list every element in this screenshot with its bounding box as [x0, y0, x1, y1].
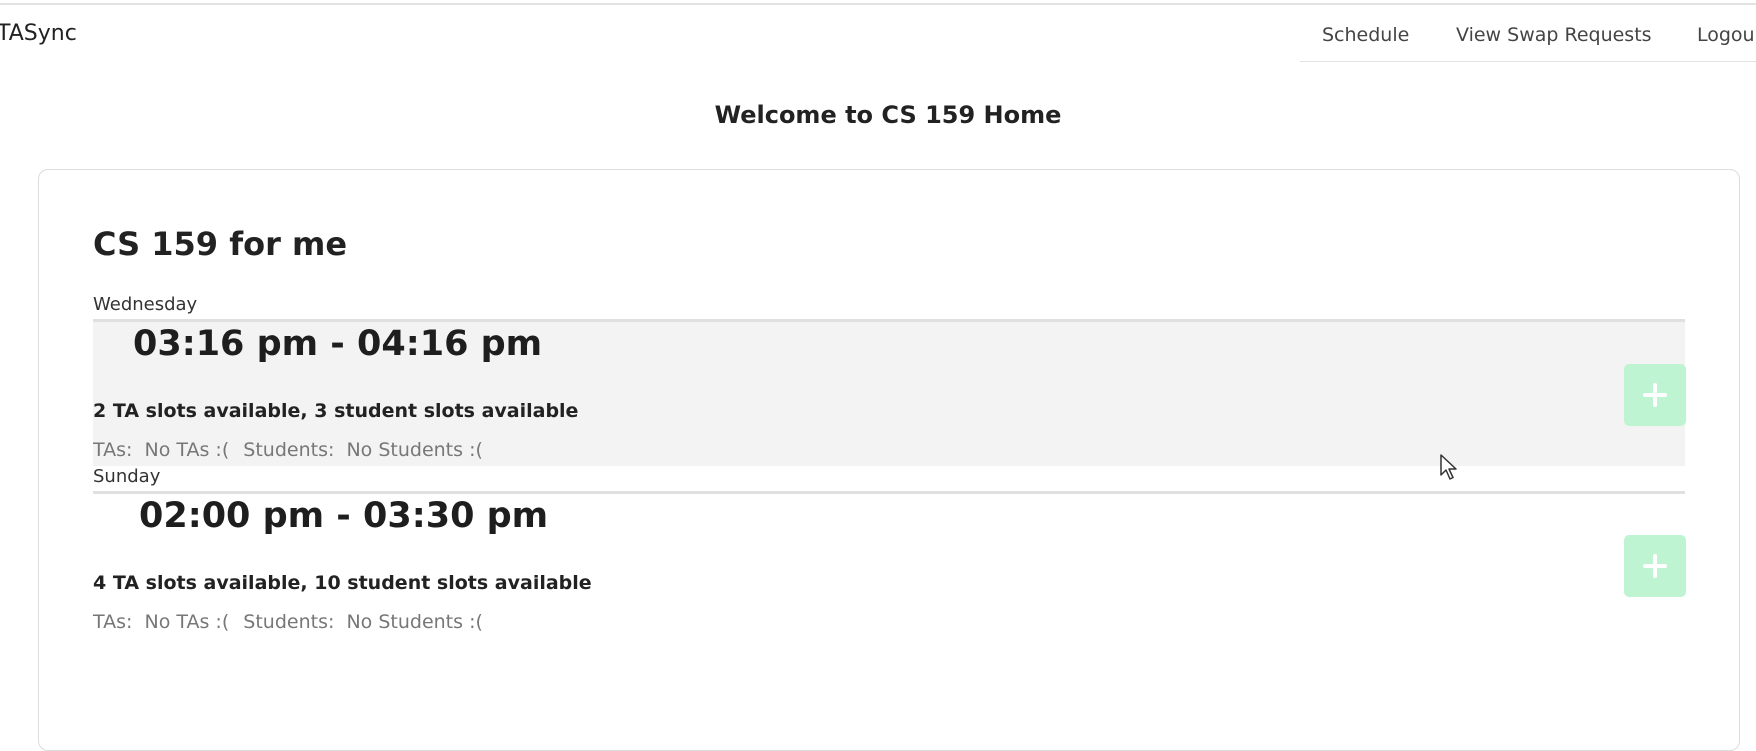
students-value: No Students :( [346, 611, 483, 633]
slot-day-label: Sunday [93, 466, 161, 487]
page-title: Welcome to CS 159 Home [714, 101, 1062, 129]
slot-row: 03:16 pm - 04:16 pm 2 TA slots available… [93, 319, 1686, 466]
tas-label: TAs: [93, 611, 133, 633]
slot-day-label: Wednesday [93, 294, 198, 315]
slot-people: TAs: No TAs :( Students: No Students :( [93, 609, 483, 635]
tas-value: No TAs :( [144, 611, 230, 633]
students-value: No Students :( [346, 439, 483, 461]
students-label: Students: [243, 611, 335, 633]
slot-time: 03:16 pm - 04:16 pm [133, 324, 543, 364]
add-slot-button[interactable] [1624, 364, 1686, 426]
add-slot-button[interactable] [1624, 535, 1686, 597]
nav-schedule-link[interactable]: Schedule [1322, 21, 1409, 49]
course-title: CS 159 for me [93, 225, 348, 263]
slot-availability: 2 TA slots available, 3 student slots av… [93, 400, 579, 422]
brand-logo[interactable]: TASync [0, 19, 77, 49]
slot-people: TAs: No TAs :( Students: No Students :( [93, 437, 483, 463]
nav-swap-requests-link[interactable]: View Swap Requests [1456, 21, 1652, 49]
slot-availability: 4 TA slots available, 10 student slots a… [93, 572, 592, 594]
slot-time: 02:00 pm - 03:30 pm [139, 496, 549, 536]
tas-value: No TAs :( [144, 439, 230, 461]
mouse-cursor-icon [1440, 454, 1457, 480]
nav-logout-link[interactable]: Logou [1697, 21, 1755, 49]
top-nav: Schedule View Swap Requests Logou [1300, 5, 1756, 62]
tas-label: TAs: [93, 439, 133, 461]
slot-row: 02:00 pm - 03:30 pm 4 TA slots available… [93, 491, 1686, 644]
students-label: Students: [243, 439, 335, 461]
